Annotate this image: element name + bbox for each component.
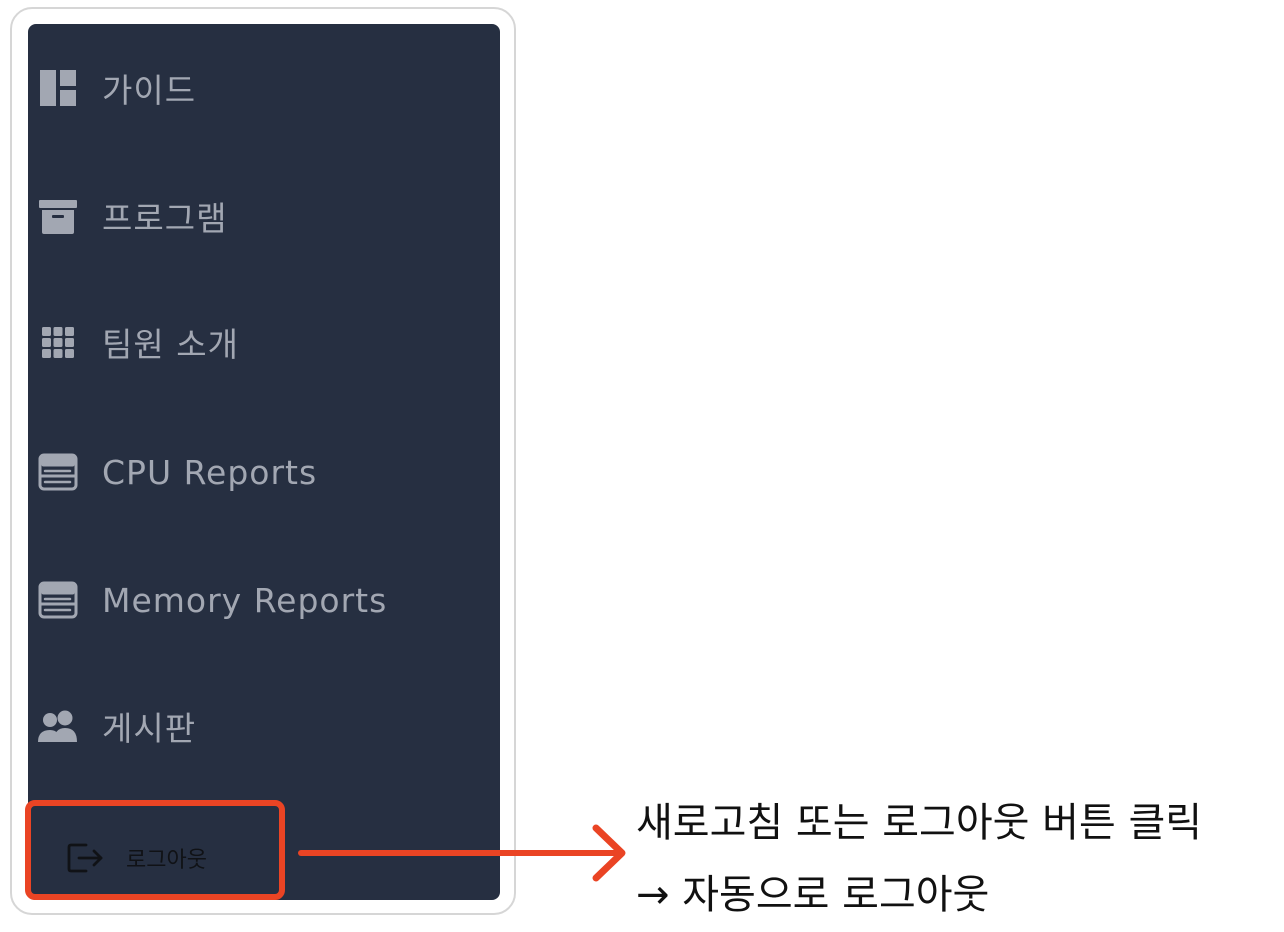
dashboard-icon: [36, 66, 80, 110]
logout-icon: [66, 840, 106, 876]
archive-icon: [36, 194, 80, 238]
sidebar-item-guide[interactable]: 가이드: [36, 58, 196, 118]
sidebar-item-label: 가이드: [102, 71, 197, 110]
sidebar-item-label: Memory Reports: [102, 580, 388, 620]
sidebar-item-cpu-reports[interactable]: CPU Reports: [36, 442, 317, 502]
sidebar-item-label: CPU Reports: [102, 452, 318, 492]
annotation-line-1: 새로고침 또는 로그아웃 버튼 클릭: [636, 800, 1203, 846]
server-icon: [36, 578, 80, 622]
server-icon: [36, 450, 80, 494]
grid-icon: [36, 320, 80, 364]
logout-button[interactable]: 로그아웃: [66, 836, 207, 880]
sidebar-item-program[interactable]: 프로그램: [36, 186, 227, 246]
logout-label: 로그아웃: [126, 848, 207, 873]
sidebar-item-label: 게시판: [102, 709, 197, 748]
annotation-line-2: → 자동으로 로그아웃: [636, 872, 990, 918]
annotation-arrow-line: [298, 850, 618, 856]
sidebar-item-board[interactable]: 게시판: [36, 696, 196, 756]
sidebar-item-label: 팀원 소개: [102, 325, 239, 364]
sidebar-item-label: 프로그램: [102, 199, 228, 238]
annotation-arrowhead-icon: [592, 824, 626, 882]
sidebar-item-team[interactable]: 팀원 소개: [36, 312, 239, 372]
sidebar-item-memory-reports[interactable]: Memory Reports: [36, 570, 387, 630]
users-icon: [36, 704, 80, 748]
